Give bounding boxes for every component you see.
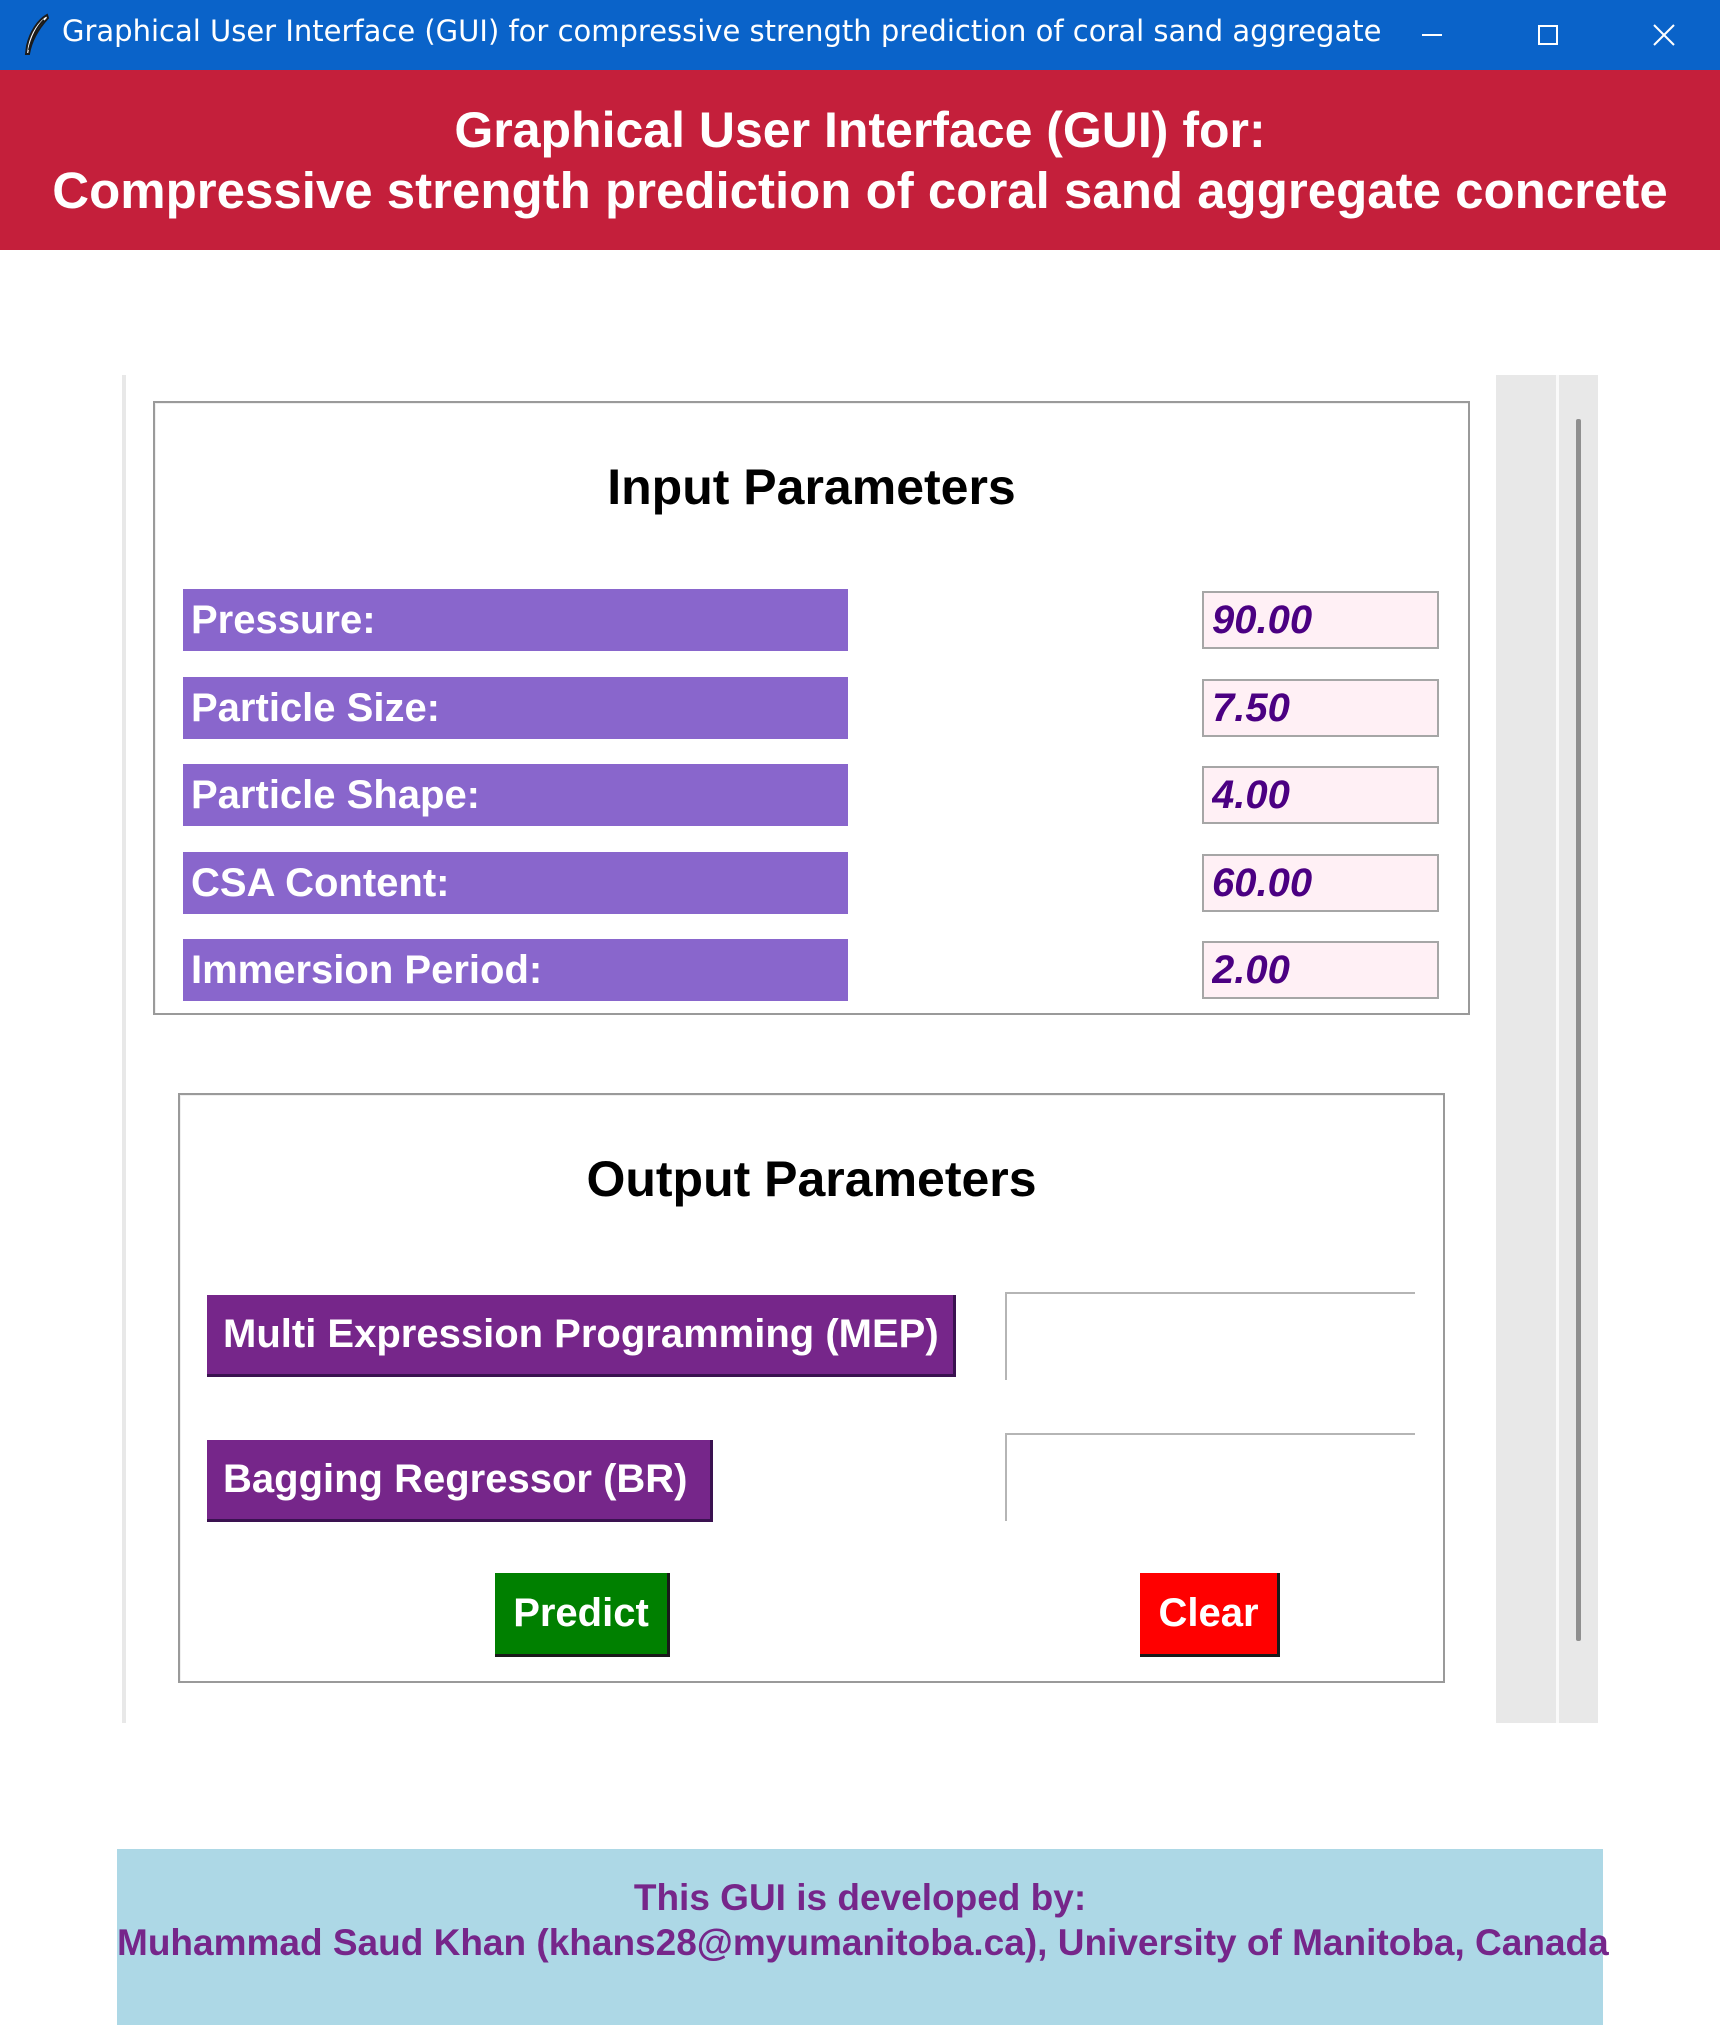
immersion-period-label: Immersion Period: [183,939,848,1001]
minimize-button[interactable] [1374,0,1490,70]
scroll-area-edge [122,375,126,1723]
header-banner: Graphical User Interface (GUI) for: Comp… [0,70,1720,250]
input-parameters-panel: Input Parameters Pressure: Particle Size… [153,401,1470,1015]
particle-shape-input[interactable] [1202,766,1439,824]
maximize-icon [1537,24,1559,46]
mep-output-field [1005,1292,1415,1380]
close-button[interactable] [1606,0,1720,70]
pressure-label: Pressure: [183,589,848,651]
input-parameters-title: Input Parameters [607,459,1016,515]
particle-size-input[interactable] [1202,679,1439,737]
maximize-button[interactable] [1490,0,1606,70]
particle-shape-label: Particle Shape: [183,764,848,826]
vertical-scrollbar[interactable] [1496,375,1598,1723]
feather-icon [20,12,54,58]
window-title: Graphical User Interface (GUI) for compr… [62,14,1382,48]
header-title-line1: Graphical User Interface (GUI) for: [454,102,1266,158]
clear-button[interactable]: Clear [1140,1573,1280,1657]
immersion-period-input[interactable] [1202,941,1439,999]
scrollbar-divider [1556,375,1559,1723]
br-model-button[interactable]: Bagging Regressor (BR) [207,1440,713,1522]
particle-size-label: Particle Size: [183,677,848,739]
output-parameters-panel: Output Parameters Multi Expression Progr… [178,1093,1445,1683]
br-output-field [1005,1433,1415,1521]
header-title-line2: Compressive strength prediction of coral… [52,162,1668,219]
footer-line2: Muhammad Saud Khan (khans28@myumanitoba.… [117,1922,1609,1963]
csa-content-input[interactable] [1202,854,1439,912]
close-icon [1653,24,1675,46]
mep-model-button[interactable]: Multi Expression Programming (MEP) [207,1295,956,1377]
minimize-icon [1421,24,1443,46]
window-titlebar: Graphical User Interface (GUI) for compr… [0,0,1720,70]
scrollbar-thumb[interactable] [1576,419,1581,1641]
predict-button[interactable]: Predict [495,1573,670,1657]
developer-footer: This GUI is developed by: Muhammad Saud … [117,1849,1609,2025]
output-parameters-title: Output Parameters [586,1151,1037,1207]
footer-line1: This GUI is developed by: [633,1877,1087,1918]
pressure-input[interactable] [1202,591,1439,649]
csa-content-label: CSA Content: [183,852,848,914]
